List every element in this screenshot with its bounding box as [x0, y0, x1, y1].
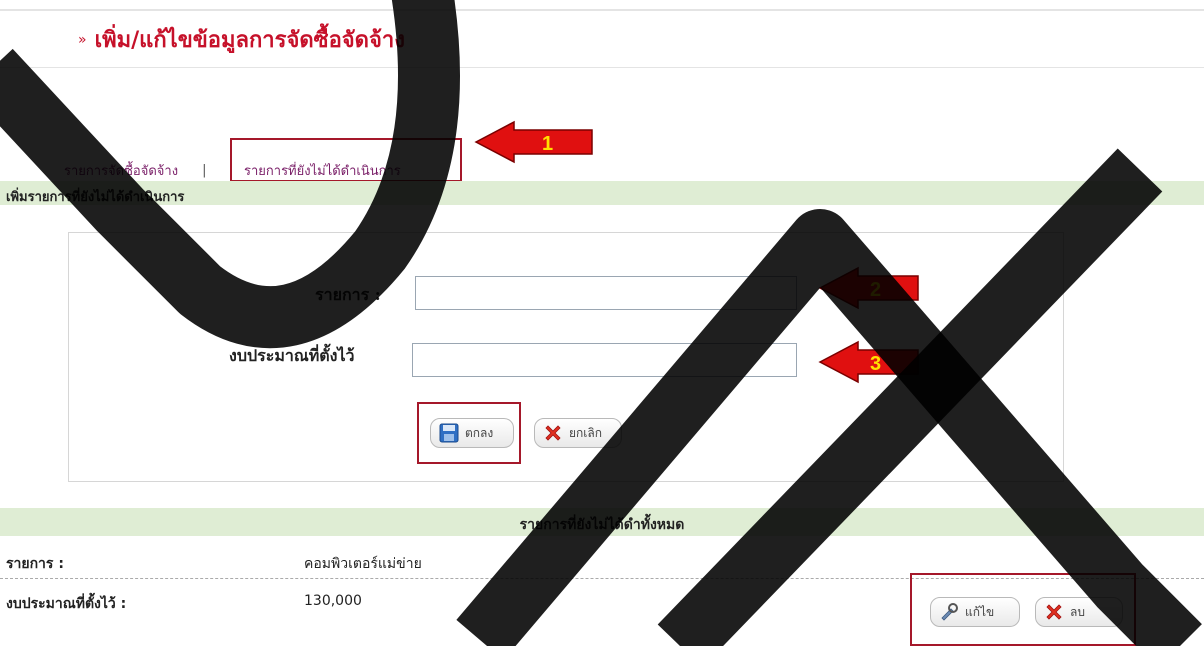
title-divider	[0, 67, 1204, 68]
add-section-title: เพิ่มรายการที่ยังไม่ได้ดำเนินการ	[6, 190, 185, 205]
red-x-icon	[1046, 604, 1062, 620]
list-budget-label: งบประมาณที่ตั้งไว้ :	[6, 596, 127, 612]
list-budget-value: 130,000	[304, 593, 362, 609]
callout-arrow-2: 2	[818, 266, 938, 310]
callout-arrow-1: 1	[474, 120, 594, 164]
list-section-title: รายการที่ยังไม่ได้ดำทั้งหมด	[519, 517, 685, 533]
left-arrow-icon: 1	[474, 120, 593, 164]
edit-button-label: แก้ไข	[965, 604, 995, 619]
tab-pending-list[interactable]: รายการที่ยังไม่ได้ดำเนินการ	[244, 160, 401, 181]
floppy-disk-icon	[439, 423, 459, 443]
item-input[interactable]	[415, 276, 797, 310]
budget-input[interactable]	[412, 343, 797, 377]
item-label: รายการ :	[315, 285, 381, 304]
red-x-icon	[545, 425, 561, 441]
left-arrow-icon: 3	[818, 340, 919, 384]
tab-bar: รายการจัดซื้อจัดจ้าง |	[64, 160, 220, 181]
callout-number: 3	[870, 353, 881, 375]
title-bullet: »	[78, 31, 87, 48]
budget-label: งบประมาณที่ตั้งไว้	[229, 346, 355, 365]
delete-button[interactable]: ลบ	[1035, 597, 1123, 627]
page-header: » เพิ่ม/แก้ไขข้อมูลการจัดซื้อจัดจ้าง	[78, 22, 405, 57]
callout-number: 2	[870, 279, 881, 301]
tab-separator: |	[202, 163, 207, 178]
tab-procurement-list[interactable]: รายการจัดซื้อจัดจ้าง	[64, 160, 178, 181]
edit-button[interactable]: แก้ไข	[930, 597, 1020, 627]
list-item-value: คอมพิวเตอร์แม่ข่าย	[304, 556, 422, 572]
ok-button-label: ตกลง	[465, 425, 494, 440]
ok-button[interactable]: ตกลง	[430, 418, 514, 448]
delete-button-label: ลบ	[1070, 604, 1085, 619]
cancel-button[interactable]: ยกเลิก	[534, 418, 622, 448]
left-arrow-icon: 2	[818, 266, 919, 310]
top-divider	[0, 9, 1204, 11]
callout-arrow-3: 3	[818, 340, 938, 384]
tools-icon	[941, 603, 958, 621]
list-item-label: รายการ :	[6, 556, 64, 572]
callout-number: 1	[542, 133, 553, 155]
cancel-button-label: ยกเลิก	[569, 425, 603, 440]
page-title: เพิ่ม/แก้ไขข้อมูลการจัดซื้อจัดจ้าง	[94, 27, 405, 53]
